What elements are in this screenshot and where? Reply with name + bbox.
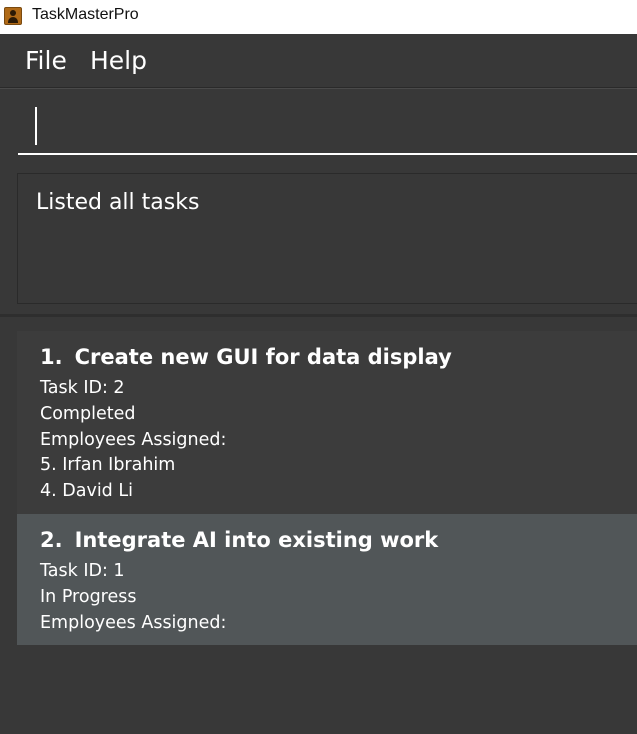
task-id: Task ID: 1 [40, 561, 125, 581]
task-name: Create new GUI for data display [74, 345, 452, 369]
menu-file[interactable]: File [25, 46, 67, 75]
task-index: 2. [40, 528, 63, 552]
result-message: Listed all tasks [36, 190, 200, 215]
task-status: Completed [40, 404, 136, 424]
menu-bar: File Help [0, 34, 637, 88]
app-icon [4, 7, 22, 25]
task-status: In Progress [40, 587, 137, 607]
employee-item: 5. Irfan Ibrahim [40, 455, 176, 475]
employees-label: Employees Assigned: [40, 613, 227, 633]
task-title: 1. Create new GUI for data display [40, 345, 452, 369]
command-input[interactable] [18, 89, 637, 155]
task-name: Integrate AI into existing work [74, 528, 439, 552]
menu-help[interactable]: Help [90, 46, 147, 75]
window-titlebar: TaskMasterPro [0, 0, 637, 34]
task-title: 2. Integrate AI into existing work [40, 528, 438, 552]
command-box [0, 88, 637, 165]
result-display[interactable]: Listed all tasks [17, 173, 637, 304]
text-caret [35, 107, 37, 145]
panel-divider[interactable] [0, 314, 637, 317]
task-card[interactable]: 2. Integrate AI into existing work Task I… [17, 514, 637, 645]
employees-label: Employees Assigned: [40, 430, 227, 450]
window-title: TaskMasterPro [32, 6, 139, 23]
employee-item: 4. David Li [40, 481, 133, 501]
task-card[interactable]: 1. Create new GUI for data display Task I… [17, 331, 637, 514]
task-id: Task ID: 2 [40, 378, 125, 398]
task-index: 1. [40, 345, 63, 369]
